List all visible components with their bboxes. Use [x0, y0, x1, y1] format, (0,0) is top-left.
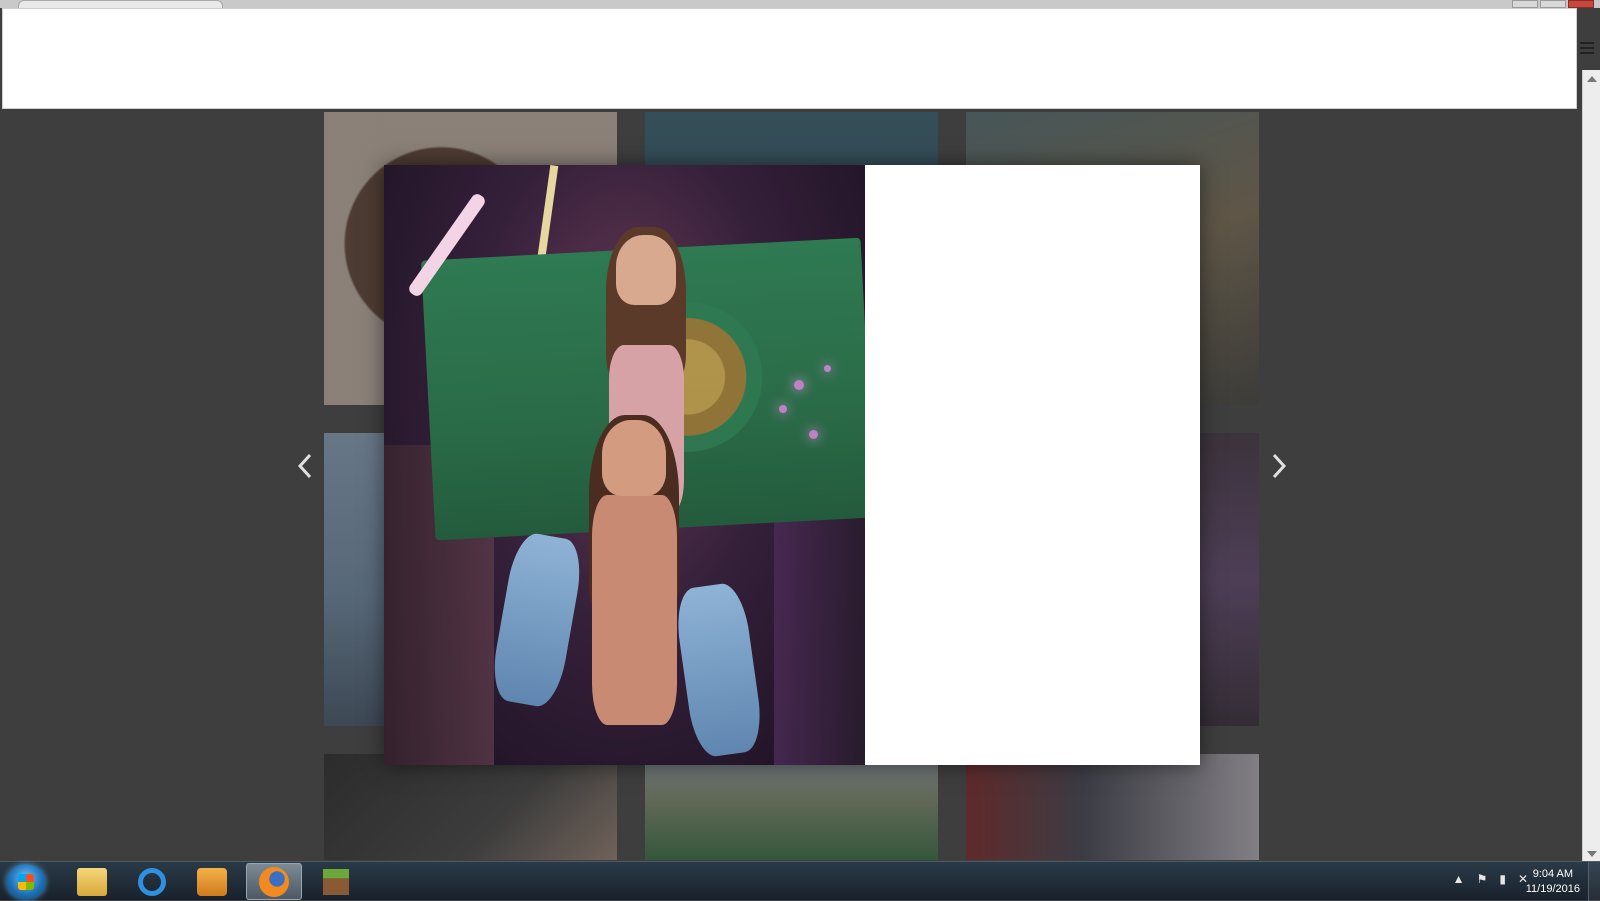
chevron-left-icon[interactable] — [290, 448, 320, 484]
taskbar-internet-explorer[interactable] — [124, 863, 180, 900]
photo-glow-light — [794, 380, 804, 390]
photo-glow-light — [809, 430, 818, 439]
clock-date: 11/19/2016 — [1525, 883, 1580, 895]
hamburger-menu-icon[interactable] — [1580, 42, 1594, 54]
photo-person-bottom-body — [592, 495, 677, 725]
windows-start-icon[interactable] — [6, 864, 46, 900]
close-button[interactable] — [1568, 0, 1594, 8]
media-player-icon — [197, 867, 227, 896]
lightbox-side-panel — [865, 165, 1200, 765]
photo-crowd-right — [774, 505, 865, 765]
photo-person-top-head — [616, 235, 676, 305]
taskbar-media-player[interactable] — [184, 863, 240, 900]
taskbar-clock[interactable]: 9:04 AM 11/19/2016 — [1526, 867, 1580, 897]
internet-explorer-icon — [138, 867, 166, 896]
lightbox-photo — [384, 165, 865, 765]
action-center-flag-icon[interactable]: ⚑ — [1477, 872, 1488, 886]
page-scrollbar[interactable] — [1582, 70, 1600, 863]
scroll-down-icon[interactable] — [1587, 851, 1597, 857]
maximize-button[interactable] — [1540, 0, 1566, 8]
browser-tab-strip — [0, 0, 1600, 8]
clock-time: 9:04 AM — [1532, 868, 1574, 880]
photo-tile[interactable] — [966, 754, 1259, 860]
chevron-right-icon[interactable] — [1264, 448, 1294, 484]
minecraft-icon — [323, 868, 349, 895]
minimize-button[interactable] — [1512, 0, 1538, 8]
photo-furry-leg-left — [487, 530, 587, 710]
photo-tile[interactable] — [645, 754, 938, 860]
taskbar-minecraft[interactable] — [308, 863, 364, 900]
window-controls — [1512, 0, 1594, 8]
photo-lightbox — [384, 165, 1200, 765]
browser-tab[interactable] — [18, 0, 223, 8]
taskbar: ▲ ⚑ ▮ ✕ 9:04 AM 11/19/2016 — [0, 861, 1600, 901]
photo-tile[interactable] — [324, 754, 617, 860]
page-header-area — [2, 8, 1577, 109]
show-hidden-icons-arrow[interactable]: ▲ — [1453, 872, 1465, 886]
network-signal-icon[interactable]: ▮ — [1499, 872, 1506, 886]
system-tray: ▲ ⚑ ▮ ✕ — [1453, 872, 1528, 886]
taskbar-file-explorer[interactable] — [64, 863, 120, 900]
scroll-up-icon[interactable] — [1587, 76, 1597, 82]
photo-glow-light — [779, 405, 787, 413]
photo-person-bottom-head — [602, 420, 666, 496]
photo-glow-light — [824, 365, 831, 372]
taskbar-firefox[interactable] — [246, 863, 302, 900]
file-explorer-icon — [77, 867, 107, 896]
firefox-icon — [259, 866, 289, 897]
show-desktop-button[interactable] — [1588, 862, 1600, 901]
photo-furry-leg-right — [672, 580, 766, 760]
